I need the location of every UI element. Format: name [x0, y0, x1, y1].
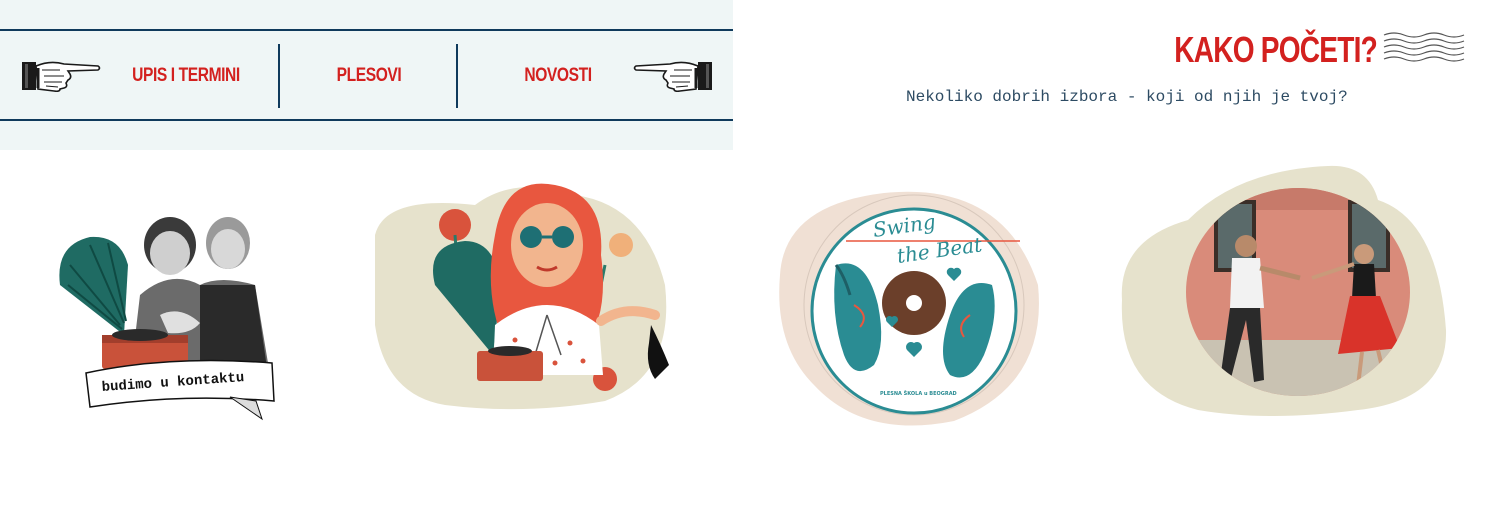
nav-link-novosti[interactable]: NOVOSTI	[501, 60, 616, 92]
main-nav: UPIS I TERMINI PLESOVI NOVOSTI	[0, 0, 733, 150]
nav-link-plesovi[interactable]: PLESOVI	[312, 60, 425, 92]
nav-bottom-rule	[0, 119, 733, 121]
nav-separator	[278, 44, 280, 108]
nav-link-upis-i-termini[interactable]: UPIS I TERMINI	[125, 60, 246, 92]
nav-top-rule	[0, 29, 733, 31]
card-logo[interactable]: Swing the Beat PLESNA ŠKOLA u BEOGRAD	[774, 185, 1044, 430]
postmark-icon	[1383, 32, 1465, 62]
logo-school-label: PLESNA ŠKOLA u BEOGRAD	[880, 390, 957, 397]
card-photo[interactable]	[1118, 160, 1448, 422]
section-heading: KAKO POČETI?	[1174, 29, 1378, 70]
pointing-hand-right-icon	[22, 61, 101, 93]
card-dancer[interactable]	[365, 175, 685, 415]
contact-illustration: budimo u kontaktu	[59, 217, 275, 421]
swing-the-beat-logo: Swing the Beat PLESNA ŠKOLA u BEOGRAD	[779, 191, 1039, 426]
section-subtitle: Nekoliko dobrih izbora - koji od njih je…	[906, 88, 1348, 106]
dancing-couple-photo	[1121, 165, 1447, 416]
card-contact[interactable]: budimo u kontaktu	[50, 205, 280, 425]
dancer-illustration	[375, 183, 669, 410]
pointing-hand-left-icon	[633, 61, 712, 93]
nav-separator	[456, 44, 458, 108]
